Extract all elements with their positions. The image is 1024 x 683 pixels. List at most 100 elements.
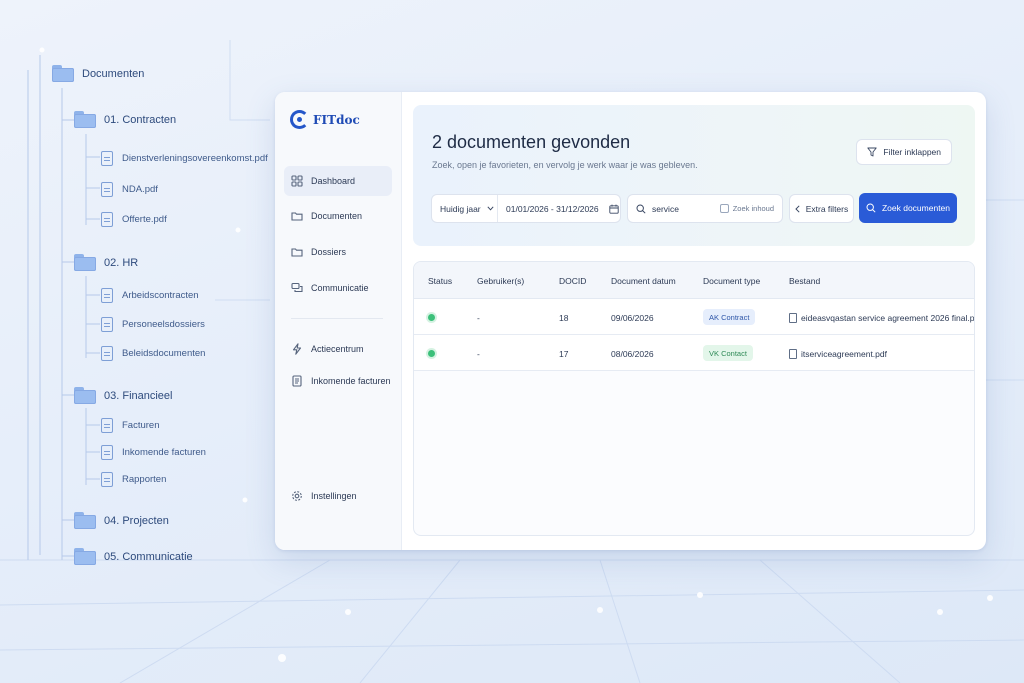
search-content-checkbox[interactable]: Zoek inhoud [719, 204, 774, 213]
filter-icon [867, 147, 878, 157]
tree-folder-label: 05. Communicatie [104, 550, 193, 563]
table-header: Status Gebruiker(s) DOCID Document datum… [414, 262, 974, 299]
tree-file-label: Rapporten [122, 474, 167, 485]
document-icon [101, 317, 113, 332]
nav-item-label: Inkomende facturen [311, 376, 391, 386]
folder-icon [74, 548, 96, 565]
folder-icon [74, 111, 96, 128]
tree-file[interactable]: Offerte.pdf [101, 212, 167, 227]
gear-icon [292, 491, 302, 501]
extra-filters-button[interactable]: Extra filters [789, 194, 854, 223]
cell-docid: 17 [559, 349, 569, 359]
status-dot [428, 350, 435, 357]
page-title: 2 documenten gevonden [432, 132, 631, 152]
tree-file-label: Inkomende facturen [122, 447, 206, 458]
chevron-left-icon [795, 204, 800, 213]
tree-folder-financieel[interactable]: 03. Financieel [74, 387, 173, 404]
calendar-icon [608, 204, 619, 214]
collapse-filter-button[interactable]: Filter inklappen [856, 139, 952, 165]
document-icon [101, 445, 113, 460]
nav-item-inkomende-facturen[interactable]: Inkomende facturen [284, 366, 392, 396]
tree-folder-communicatie[interactable]: 05. Communicatie [74, 548, 193, 565]
nav-item-dashboard[interactable]: Dashboard [284, 166, 392, 196]
document-type-badge: AK Contract [703, 309, 756, 325]
period-select-value: Huidig jaar [440, 203, 481, 214]
collapse-filter-label: Filter inklappen [883, 147, 941, 157]
tree-folder-contracten[interactable]: 01. Contracten [74, 111, 176, 128]
document-icon [101, 346, 113, 361]
tree-file[interactable]: Dienstverleningsovereenkomst.pdf [101, 151, 268, 166]
cell-file[interactable]: eideasvqastan service agreement 2026 fin… [789, 313, 975, 323]
tree-folder-label: 03. Financieel [104, 389, 173, 402]
table-row[interactable]: - 18 09/06/2026 AK Contract eideasvqasta… [414, 299, 975, 335]
tree-folder-hr[interactable]: 02. HR [74, 254, 138, 271]
search-input-value: service [652, 203, 679, 214]
nav-item-documenten[interactable]: Documenten [284, 201, 392, 231]
checkbox-box[interactable] [719, 204, 729, 213]
tree-file[interactable]: Personeelsdossiers [101, 317, 205, 332]
status-dot [428, 314, 435, 321]
logo[interactable]: FITdoc [290, 110, 360, 129]
tree-file[interactable]: Rapporten [101, 472, 166, 487]
search-documents-label: Zoek documenten [881, 203, 951, 213]
tree-file-label: Offerte.pdf [122, 214, 167, 225]
tree-folder-projecten[interactable]: 04. Projecten [74, 512, 169, 529]
date-range-value: 01/01/2026 - 31/12/2026 [506, 203, 599, 214]
file-name: itserviceagreement.pdf [801, 349, 887, 359]
cell-user: - [477, 313, 480, 323]
sidebar: FITdoc Dashboard Documenten Dossiers Com… [275, 92, 402, 550]
document-icon [101, 212, 113, 227]
search-documents-button[interactable]: Zoek documenten [859, 193, 957, 223]
document-icon [101, 288, 113, 303]
tree-file[interactable]: NDA.pdf [101, 182, 158, 197]
cell-date: 09/06/2026 [611, 313, 654, 323]
document-icon [292, 375, 302, 387]
column-header-users[interactable]: Gebruiker(s) [477, 276, 524, 286]
chat-icon [291, 282, 303, 293]
cell-user: - [477, 349, 480, 359]
nav-item-dossiers[interactable]: Dossiers [284, 237, 392, 267]
app-window: FITdoc Dashboard Documenten Dossiers Com… [275, 92, 986, 550]
grid-icon [291, 175, 303, 187]
tree-file-label: Facturen [122, 420, 160, 431]
document-icon [101, 418, 113, 433]
cell-file[interactable]: itserviceagreement.pdf [789, 349, 887, 359]
tree-connector-lines [27, 55, 100, 560]
column-header-file[interactable]: Bestand [789, 276, 820, 286]
folder-icon [74, 387, 96, 404]
column-header-status[interactable]: Status [428, 276, 452, 286]
folder-icon [291, 212, 303, 221]
tree-file[interactable]: Facturen [101, 418, 160, 433]
column-header-document-date[interactable]: Document datum [611, 276, 676, 286]
extra-filters-label: Extra filters [805, 203, 849, 214]
date-range-input[interactable]: 01/01/2026 - 31/12/2026 [498, 204, 620, 214]
bolt-icon [292, 343, 302, 355]
document-icon [101, 151, 113, 166]
tree-file[interactable]: Inkomende facturen [101, 445, 206, 460]
nav-item-label: Documenten [311, 211, 363, 221]
column-header-document-type[interactable]: Document type [703, 276, 760, 286]
search-icon [866, 203, 876, 213]
tree-file-label: Personeelsdossiers [122, 319, 205, 330]
search-input[interactable]: service Zoek inhoud [627, 194, 783, 223]
column-header-docid[interactable]: DOCID [559, 276, 586, 286]
tree-file-label: Dienstverleningsovereenkomst.pdf [122, 153, 268, 164]
folder-icon [74, 254, 96, 271]
tree-folder-root[interactable]: Documenten [52, 65, 144, 82]
tree-file[interactable]: Arbeidscontracten [101, 288, 199, 303]
document-icon [101, 182, 113, 197]
nav-item-instellingen[interactable]: Instellingen [284, 481, 392, 511]
document-icon [101, 472, 113, 487]
tree-file[interactable]: Beleidsdocumenten [101, 346, 205, 361]
nav-item-communicatie[interactable]: Communicatie [284, 273, 392, 303]
table-row[interactable]: - 17 08/06/2026 VK Contact itserviceagre… [414, 335, 974, 371]
page-subtitle: Zoek, open je favorieten, en vervolg je … [432, 160, 698, 170]
tree-folder-label: 01. Contracten [104, 113, 177, 126]
nav-item-actiecentrum[interactable]: Actiecentrum [284, 334, 392, 364]
tree-file-label: Beleidsdocumenten [122, 348, 206, 359]
main-content: 2 documenten gevonden Zoek, open je favo… [402, 92, 986, 550]
tree-file-label: Arbeidscontracten [122, 290, 199, 301]
folder-icon [52, 65, 74, 82]
period-select[interactable]: Huidig jaar [432, 195, 498, 222]
file-name: eideasvqastan service agreement 2026 fin… [801, 313, 975, 323]
